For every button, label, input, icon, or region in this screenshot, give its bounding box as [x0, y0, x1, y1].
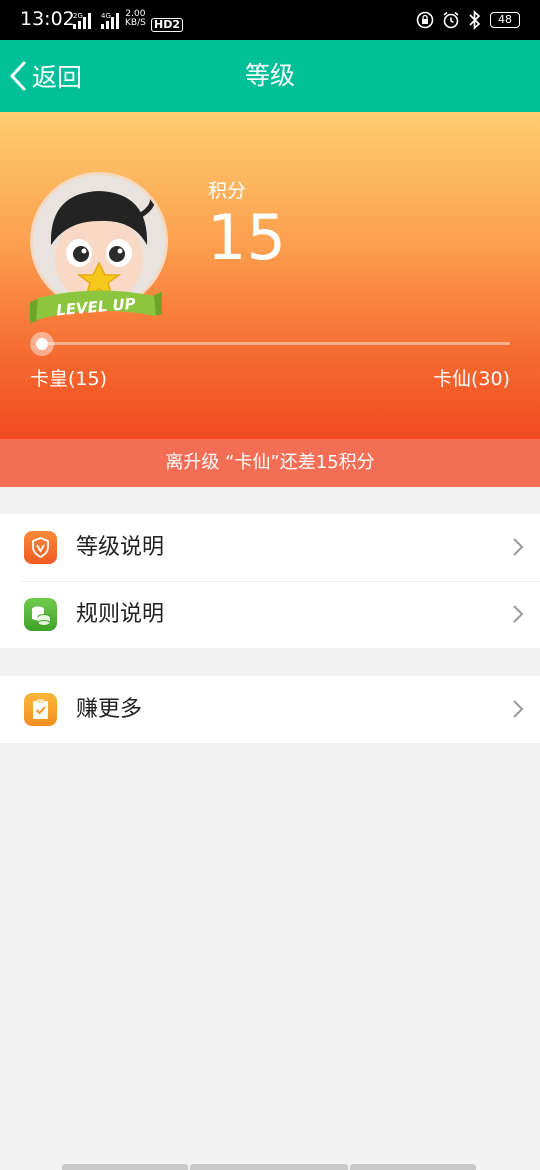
upgrade-hint-banner: 离升级 “卡仙”还差15积分 — [0, 439, 540, 487]
battery-icon: 48 — [490, 12, 520, 28]
chevron-right-icon — [513, 700, 524, 718]
menu-group-earn: 赚更多 — [0, 676, 540, 743]
clipboard-check-icon — [24, 693, 57, 726]
next-level-label: 卡仙(30) — [432, 368, 510, 390]
chevron-left-icon — [10, 61, 26, 91]
alarm-icon — [443, 11, 459, 29]
lock-rotation-icon — [416, 11, 434, 29]
signal-icon-2 — [101, 13, 119, 29]
current-level-label: 卡皇(15) — [30, 368, 108, 390]
level-progress-track — [36, 342, 510, 345]
signal-icon-1 — [73, 13, 91, 29]
nav-bar: 返回 等级 — [0, 40, 540, 112]
points-label: 积分 — [208, 180, 247, 202]
system-nav-recent[interactable] — [62, 1164, 188, 1170]
back-label: 返回 — [32, 63, 83, 92]
shield-icon — [24, 531, 57, 564]
rules-description-label: 规则说明 — [76, 602, 165, 627]
system-nav-home[interactable] — [190, 1164, 348, 1170]
network-speed: 2.00 KB/S — [125, 10, 146, 28]
bluetooth-icon — [469, 10, 481, 30]
coins-icon — [24, 598, 57, 631]
chevron-right-icon — [513, 605, 524, 623]
level-progress-knob — [30, 332, 54, 356]
level-header: LEVEL UP 积分 15 卡皇(15) 卡仙(30) — [0, 112, 540, 439]
hd-icon: HD2 — [151, 18, 183, 32]
back-button[interactable]: 返回 — [8, 40, 82, 112]
chevron-right-icon — [513, 538, 524, 556]
system-nav-back[interactable] — [350, 1164, 476, 1170]
level-up-ribbon: LEVEL UP — [30, 290, 162, 324]
earn-more-item[interactable]: 赚更多 — [0, 676, 540, 743]
level-description-item[interactable]: 等级说明 — [0, 514, 540, 581]
earn-more-label: 赚更多 — [76, 697, 143, 722]
menu-group-levels: 等级说明 规则说明 — [0, 514, 540, 648]
status-bar: 13:02 2G 4G 2.00 KB/S HD2 48 — [0, 0, 540, 40]
speed-unit: KB/S — [125, 18, 146, 28]
level-description-label: 等级说明 — [76, 535, 165, 560]
status-time: 13:02 — [20, 8, 75, 30]
points-value: 15 — [207, 201, 286, 274]
rules-description-item[interactable]: 规则说明 — [0, 581, 540, 648]
